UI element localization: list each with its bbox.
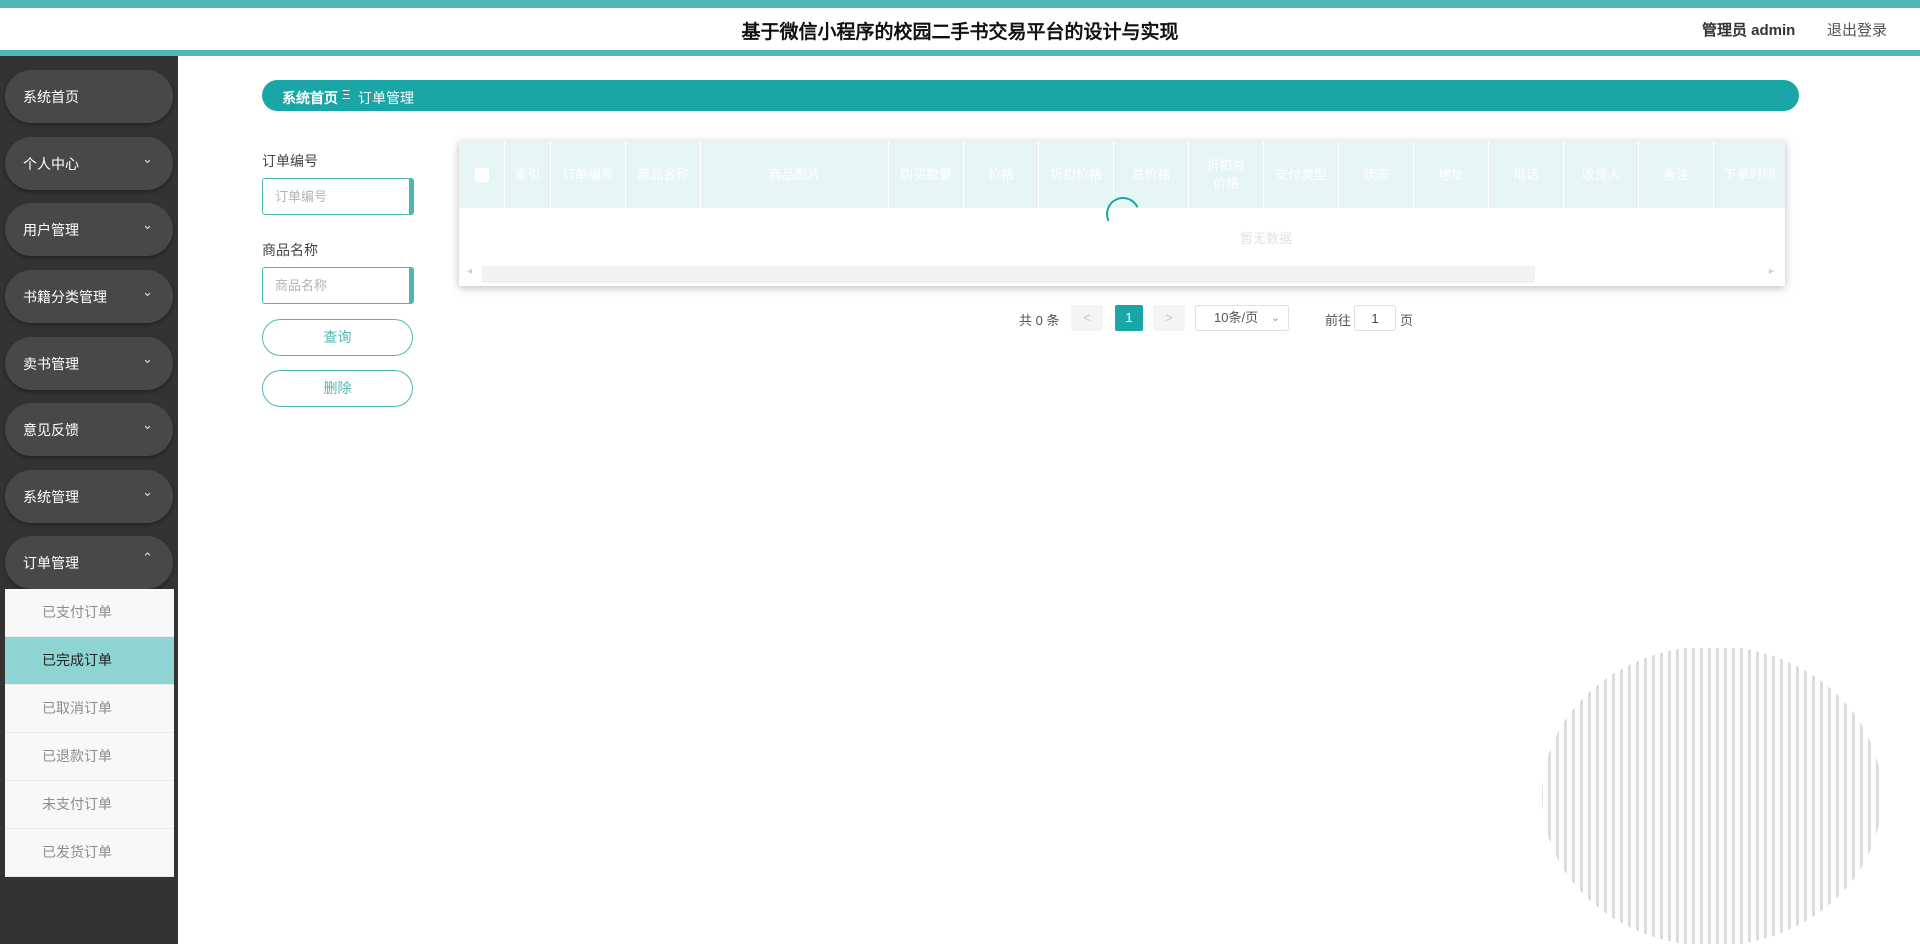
select-all-cell: [459, 141, 505, 208]
breadcrumb-separator-icon: Ξ: [342, 87, 351, 102]
decorative-circle-pattern: [1542, 648, 1882, 944]
query-button[interactable]: 查询: [262, 319, 413, 356]
column-header: 价格: [964, 141, 1039, 208]
column-header: 备注: [1639, 141, 1714, 208]
chevron-down-icon: ⌄: [142, 417, 153, 432]
sidebar-item-label: 意见反馈: [23, 422, 79, 438]
pagination-total: 共 0 条: [1019, 313, 1060, 328]
column-header: 商品图片: [701, 141, 889, 208]
column-header: 索引: [505, 141, 551, 208]
submenu-item-paid-orders[interactable]: 已支付订单: [5, 589, 174, 637]
page-suffix-label: 页: [1400, 313, 1414, 328]
chevron-down-icon: ⌄: [1270, 312, 1280, 324]
sidebar-item-feedback[interactable]: 意见反馈 ⌄: [5, 403, 173, 456]
sidebar-item-home[interactable]: 系统首页: [5, 70, 173, 123]
breadcrumb-current: 订单管理: [358, 90, 414, 106]
submenu-item-completed-orders[interactable]: 已完成订单: [5, 637, 174, 685]
sidebar-item-label: 卖书管理: [23, 356, 79, 372]
page-size-value: 10条/页: [1214, 310, 1259, 325]
column-header: 地址: [1414, 141, 1489, 208]
scroll-left-icon[interactable]: ◂: [467, 266, 472, 277]
app-title: 基于微信小程序的校园二手书交易平台的设计与实现: [741, 22, 1179, 43]
sidebar-item-user-management[interactable]: 用户管理 ⌄: [5, 203, 173, 256]
sidebar-item-sell-books[interactable]: 卖书管理 ⌄: [5, 337, 173, 390]
chevron-down-icon: ⌄: [142, 217, 153, 232]
sidebar-item-label: 订单管理: [23, 555, 79, 571]
delete-button[interactable]: 删除: [262, 370, 413, 407]
goto-label: 前往: [1325, 313, 1352, 328]
column-header: 收货人: [1564, 141, 1639, 208]
submenu-item-refunded-orders[interactable]: 已退款订单: [5, 733, 174, 781]
horizontal-scrollbar[interactable]: [482, 266, 1535, 283]
column-header: 状态: [1339, 141, 1414, 208]
chevron-up-icon: ⌃: [142, 550, 153, 565]
column-header: 下单时间: [1723, 166, 1776, 182]
chevron-down-icon: ⌄: [142, 484, 153, 499]
chevron-down-icon: ⌄: [142, 351, 153, 366]
sidebar: 系统首页 个人中心 ⌄ 用户管理 ⌄ 书籍分类管理 ⌄ 卖书管理 ⌄ 意见反馈 …: [0, 56, 178, 944]
sidebar-item-label: 用户管理: [23, 222, 79, 238]
orders-table: 索引 订单编号 商品名称 商品图片 购买数量 价格 折扣价格 总价格 折扣总价格…: [459, 141, 1785, 286]
page-size-select[interactable]: 10条/页 ⌄: [1195, 305, 1289, 331]
breadcrumb-home-link[interactable]: 系统首页: [282, 88, 338, 108]
column-header: 折扣总价格: [1189, 141, 1264, 208]
chevron-down-icon: ⌄: [142, 284, 153, 299]
chevron-down-icon: ⌄: [142, 151, 153, 166]
column-header: 购买数量: [889, 141, 964, 208]
logout-link[interactable]: 退出登录: [1827, 19, 1887, 40]
submenu-item-cancelled-orders[interactable]: 已取消订单: [5, 685, 174, 733]
sidebar-item-personal-center[interactable]: 个人中心 ⌄: [5, 137, 173, 190]
order-no-input[interactable]: [262, 178, 414, 215]
sidebar-item-order-management[interactable]: 订单管理 ⌃: [5, 536, 173, 589]
sidebar-item-label: 系统首页: [23, 89, 79, 105]
breadcrumb: 系统首页 Ξ 订单管理: [262, 80, 1799, 111]
select-all-checkbox[interactable]: [474, 167, 489, 182]
top-header: 基于微信小程序的校园二手书交易平台的设计与实现 管理员 admin 退出登录: [0, 0, 1920, 56]
column-header: 折扣价格: [1039, 141, 1114, 208]
sidebar-item-system-management[interactable]: 系统管理 ⌄: [5, 470, 173, 523]
prev-page-button[interactable]: <: [1071, 305, 1103, 331]
order-submenu: 已支付订单 已完成订单 已取消订单 已退款订单 未支付订单 已发货订单: [5, 589, 174, 877]
admin-user-label: 管理员 admin: [1702, 22, 1796, 39]
scroll-right-icon[interactable]: ▸: [1769, 266, 1774, 277]
product-name-label: 商品名称: [262, 242, 318, 258]
sidebar-item-book-category[interactable]: 书籍分类管理 ⌄: [5, 270, 173, 323]
column-header: 电话: [1489, 141, 1564, 208]
submenu-item-shipped-orders[interactable]: 已发货订单: [5, 829, 174, 877]
column-header: 支付类型: [1264, 141, 1339, 208]
empty-table-text: 暂无数据: [1240, 231, 1293, 246]
sidebar-item-label: 书籍分类管理: [23, 289, 107, 305]
order-no-label: 订单编号: [262, 153, 318, 169]
sidebar-item-label: 系统管理: [23, 489, 79, 505]
goto-page-input[interactable]: [1354, 305, 1396, 331]
next-page-button[interactable]: >: [1153, 305, 1185, 331]
page-number-button[interactable]: 1: [1115, 305, 1143, 331]
submenu-item-unpaid-orders[interactable]: 未支付订单: [5, 781, 174, 829]
sidebar-item-label: 个人中心: [23, 156, 79, 172]
column-header: 商品名称: [626, 141, 701, 208]
column-header: 订单编号: [551, 141, 626, 208]
product-name-input[interactable]: [262, 267, 414, 304]
